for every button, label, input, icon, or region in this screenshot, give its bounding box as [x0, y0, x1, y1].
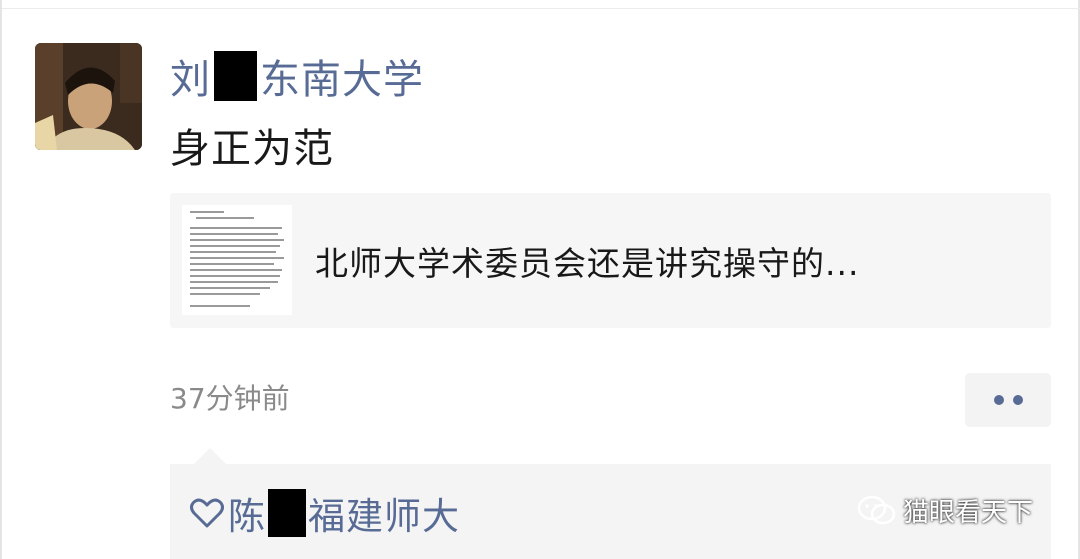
- dot-icon: [1012, 395, 1023, 405]
- post-text: 身正为范: [170, 126, 334, 172]
- link-title: 北师大学术委员会还是讲究操守的...: [315, 244, 860, 283]
- liker-name-suffix: 福建师大: [308, 495, 460, 538]
- post-timestamp: 37分钟前: [170, 382, 290, 415]
- author-name-prefix: 刘: [170, 57, 211, 103]
- dot-icon: [993, 395, 1004, 405]
- avatar[interactable]: [35, 43, 142, 150]
- liker-name[interactable]: 陈 福建师大: [228, 486, 460, 540]
- redaction-block: [214, 51, 257, 101]
- comment-pointer: [194, 448, 226, 464]
- moment-post: 刘 东南大学 身正为范 北师大学术委员会还是讲究操守的... 37分钟前 陈 福…: [0, 0, 1080, 559]
- watermark-text: 猫眼看天下: [903, 498, 1034, 528]
- link-thumbnail: [182, 205, 292, 315]
- author-name-suffix: 东南大学: [260, 57, 424, 103]
- heart-icon: [190, 497, 224, 529]
- liker-name-prefix: 陈: [228, 495, 266, 538]
- divider: [2, 8, 1080, 9]
- post-author[interactable]: 刘 东南大学: [170, 48, 424, 104]
- likes-row: 陈 福建师大: [190, 486, 460, 540]
- wechat-logo-icon: [857, 495, 897, 527]
- watermark: 猫眼看天下: [857, 492, 1033, 529]
- redaction-block: [268, 489, 306, 537]
- more-actions-button[interactable]: [965, 373, 1051, 427]
- shared-link-card[interactable]: 北师大学术委员会还是讲究操守的...: [170, 193, 1051, 328]
